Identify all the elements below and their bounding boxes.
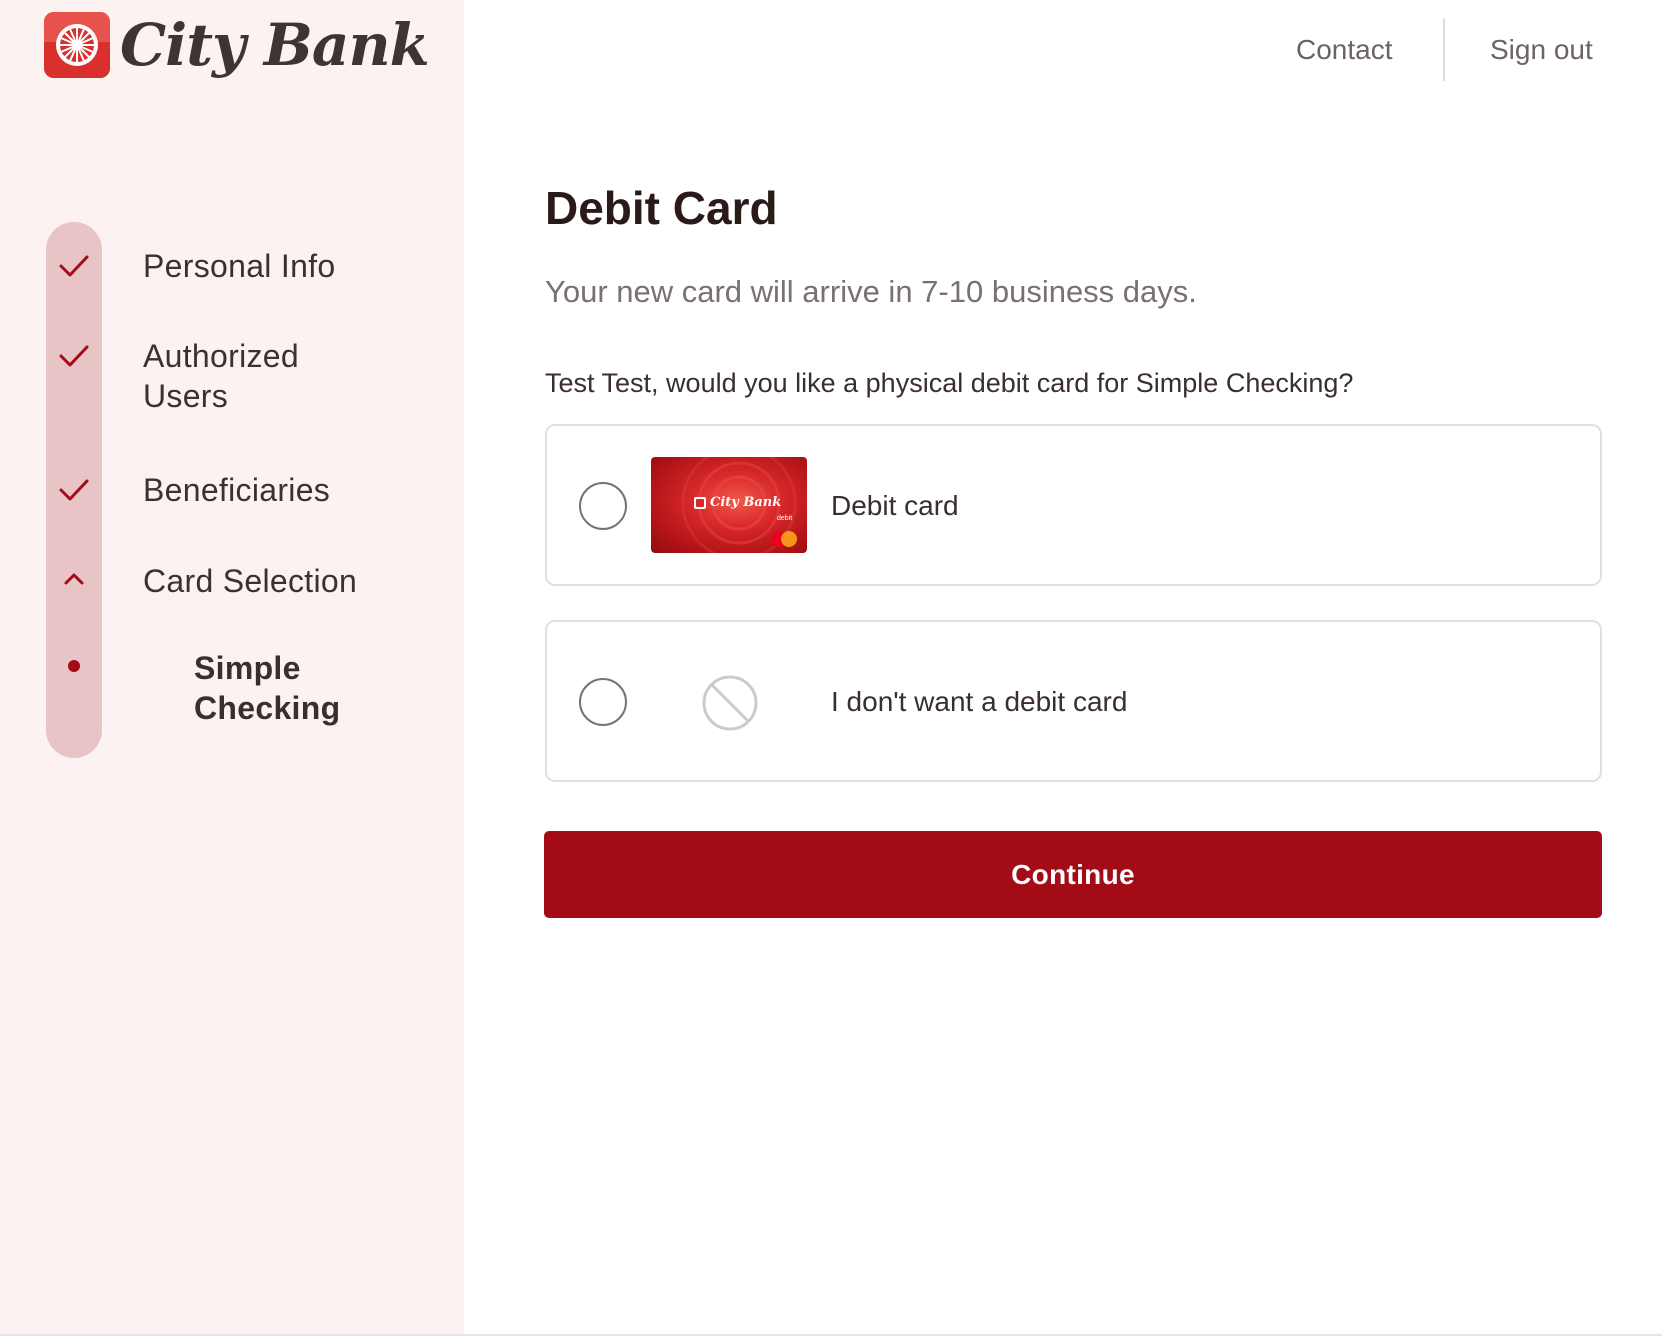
card-type-text: debit <box>777 515 793 522</box>
option-label: I don't want a debit card <box>831 686 1128 717</box>
sidebar: City Bank Personal Info Authorized Users… <box>0 0 464 1336</box>
step-label: Card Selection <box>143 563 358 599</box>
dot-icon <box>56 648 92 684</box>
step-label: Personal Info <box>143 248 336 284</box>
city-bank-logo: City Bank <box>44 11 430 79</box>
radio-no-debit-card[interactable] <box>579 678 627 726</box>
option-debit-card[interactable]: City Bank debit Debit card <box>545 424 1602 586</box>
debit-card-image: City Bank debit <box>651 457 807 553</box>
debit-card-question: Test Test, would you like a physical deb… <box>545 368 1354 398</box>
sign-out-link[interactable]: Sign out <box>1490 30 1593 70</box>
card-brand-text: City Bank <box>710 495 782 510</box>
continue-button[interactable]: Continue <box>544 831 1602 918</box>
radio-debit-card[interactable] <box>579 482 627 530</box>
step-label: Beneficiaries <box>143 472 331 508</box>
header-divider <box>1443 18 1445 81</box>
checkmark-icon <box>56 248 92 284</box>
option-label: Debit card <box>831 490 959 521</box>
step-label: Authorized Users <box>143 338 299 414</box>
logo-wordmark: City Bank <box>120 11 430 79</box>
chevron-up-icon <box>56 561 92 597</box>
bottom-divider <box>0 1334 1662 1336</box>
no-symbol-icon <box>701 674 759 732</box>
logo-wheel-icon <box>44 12 110 78</box>
checkmark-icon <box>56 338 92 374</box>
step-label: Simple Checking <box>194 650 341 726</box>
contact-link[interactable]: Contact <box>1296 30 1393 70</box>
checkmark-icon <box>56 472 92 508</box>
page-subtitle: Your new card will arrive in 7-10 busine… <box>545 274 1197 309</box>
page-title: Debit Card <box>545 182 778 234</box>
option-no-debit-card[interactable]: I don't want a debit card <box>545 620 1602 782</box>
